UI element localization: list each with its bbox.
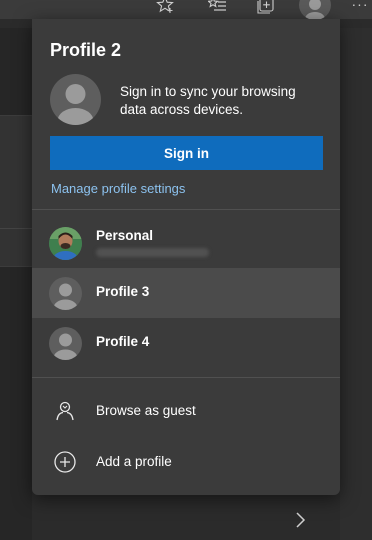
browser-window: ··· Profile 2 Sign in to sync your brows… [0, 0, 372, 540]
star-icon[interactable] [155, 0, 177, 19]
profile-avatar [50, 74, 101, 125]
divider [32, 209, 340, 210]
add-profile-button[interactable]: Add a profile [32, 439, 340, 485]
browse-as-guest-label: Browse as guest [96, 403, 196, 418]
profile-flyout: Profile 2 Sign in to sync your browsing … [32, 19, 340, 495]
sync-message: Sign in to sync your browsing data acros… [120, 84, 296, 117]
add-circle-icon [53, 450, 77, 474]
page-background-divider [0, 228, 34, 229]
browser-toolbar: ··· [0, 0, 372, 20]
chevron-right-icon[interactable] [292, 510, 308, 530]
profile-label-profile-3: Profile 3 [96, 284, 150, 299]
page-background-left [0, 28, 32, 540]
manage-profile-settings-link[interactable]: Manage profile settings [51, 181, 185, 196]
profile-item-profile-3[interactable]: Profile 3 [32, 268, 340, 318]
collections-icon[interactable] [255, 0, 277, 19]
browse-as-guest-button[interactable]: Browse as guest [32, 388, 340, 434]
profile-avatar-button[interactable] [299, 0, 331, 20]
profile-item-personal[interactable]: Personal [32, 218, 340, 268]
page-background-block [0, 115, 34, 267]
favorites-icon[interactable] [207, 0, 229, 19]
guest-icon [53, 399, 77, 423]
add-profile-label: Add a profile [96, 454, 172, 469]
personal-avatar [49, 227, 82, 260]
profile-3-avatar [49, 277, 82, 310]
profile-title: Profile 2 [50, 40, 122, 60]
divider [32, 377, 340, 378]
sign-in-button[interactable]: Sign in [50, 136, 323, 170]
more-icon[interactable]: ··· [350, 0, 370, 12]
profile-4-avatar [49, 327, 82, 360]
profile-label-personal: Personal [96, 228, 154, 243]
page-background-right [340, 28, 372, 540]
profile-label-profile-4: Profile 4 [96, 334, 150, 349]
profile-item-profile-4[interactable]: Profile 4 [32, 318, 340, 368]
redacted-email [96, 248, 209, 257]
